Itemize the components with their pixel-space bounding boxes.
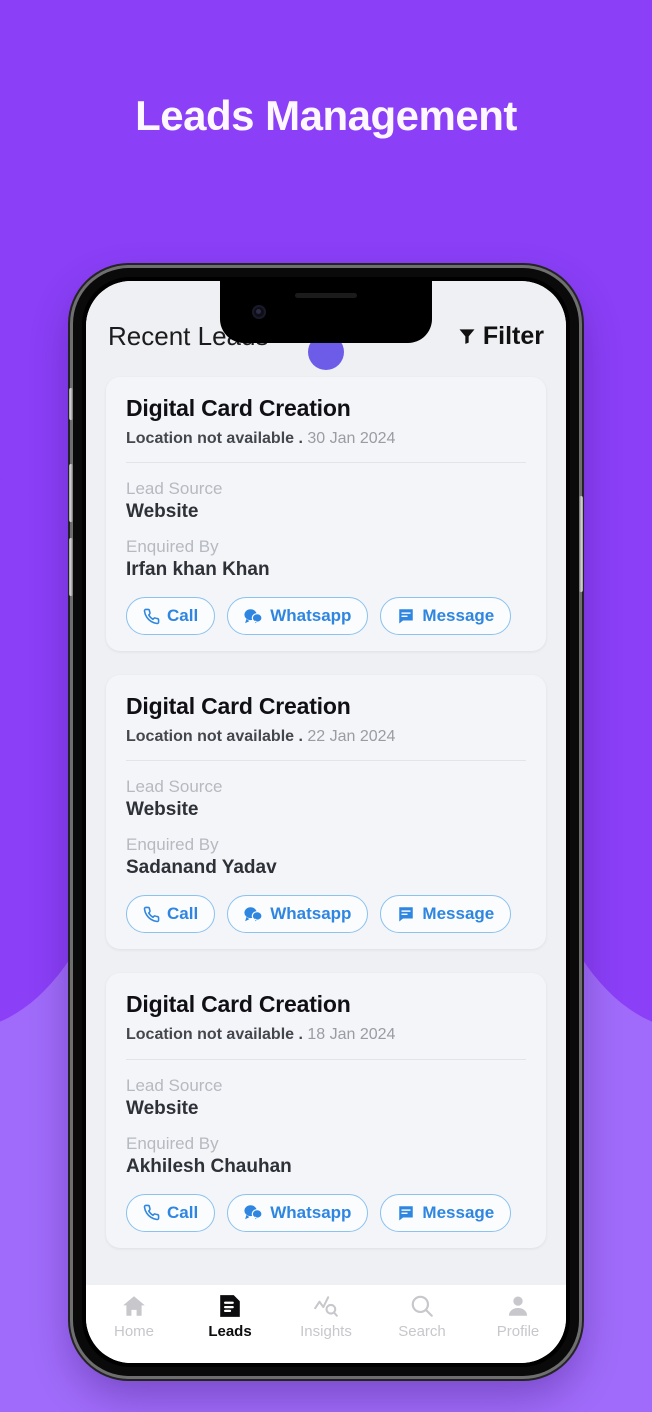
document-icon	[217, 1293, 243, 1319]
whatsapp-button[interactable]: Whatsapp	[227, 895, 369, 934]
lead-location: Location not available .	[126, 1026, 303, 1044]
whatsapp-button[interactable]: Whatsapp	[227, 597, 369, 636]
volume-down-button[interactable]	[69, 538, 73, 596]
message-button[interactable]: Message	[380, 895, 512, 934]
nav-label-profile: Profile	[496, 1323, 540, 1340]
silent-switch-button[interactable]	[69, 388, 73, 420]
phone-screen: Recent Leads Filter Digital Card Creatio…	[86, 281, 566, 1363]
phone-device-frame: Recent Leads Filter Digital Card Creatio…	[69, 268, 583, 1376]
lead-location: Location not available .	[126, 430, 303, 447]
filter-label: Filter	[482, 321, 544, 350]
enquired-by-label: Enquired By	[126, 1133, 219, 1153]
home-icon	[121, 1293, 147, 1319]
phone-icon	[143, 608, 160, 625]
card-divider	[126, 462, 526, 464]
call-label: Call	[167, 904, 199, 924]
call-button[interactable]: Call	[126, 895, 216, 934]
enquired-by-value: Akhilesh Chauhan	[126, 1155, 292, 1177]
earpiece-speaker-icon	[295, 293, 357, 298]
lead-source-label: Lead Source	[126, 479, 223, 499]
lead-source-value: Website	[126, 501, 199, 523]
filter-button[interactable]: Filter	[457, 304, 544, 351]
whatsapp-icon	[244, 608, 263, 625]
nav-label-leads: Leads	[208, 1323, 252, 1340]
nav-item-profile[interactable]: Profile	[470, 1293, 566, 1340]
nav-label-search: Search	[398, 1323, 446, 1340]
enquired-by-label: Enquired By	[126, 835, 219, 855]
leads-list[interactable]: Digital Card Creation Location not avail…	[86, 373, 566, 1285]
page-title: Leads Management	[135, 92, 517, 139]
message-button[interactable]: Message	[380, 1193, 512, 1232]
lead-source-label: Lead Source	[126, 1075, 223, 1095]
lead-source-value: Website	[126, 1097, 199, 1119]
person-icon	[505, 1293, 531, 1319]
message-button[interactable]: Message	[380, 597, 512, 636]
lead-date: 18 Jan 2024	[307, 1026, 396, 1044]
enquired-by-value: Sadanand Yadav	[126, 857, 277, 879]
phone-bezel: Recent Leads Filter Digital Card Creatio…	[82, 277, 570, 1367]
lead-source-value: Website	[126, 799, 199, 821]
search-icon	[409, 1293, 435, 1319]
nav-item-home[interactable]: Home	[86, 1293, 182, 1340]
enquired-by-value: Irfan khan Khan	[126, 559, 270, 581]
lead-meta: Location not available . 22 Jan 2024	[126, 727, 526, 746]
lead-meta: Location not available . 30 Jan 2024	[126, 429, 526, 448]
nav-item-search[interactable]: Search	[374, 1293, 470, 1340]
card-divider	[126, 1058, 526, 1060]
lead-card[interactable]: Digital Card Creation Location not avail…	[106, 675, 546, 950]
message-icon	[397, 1204, 415, 1222]
front-camera-icon	[252, 305, 266, 319]
whatsapp-label: Whatsapp	[270, 1202, 352, 1222]
lead-title: Digital Card Creation	[126, 991, 351, 1018]
phone-icon	[143, 906, 160, 923]
bottom-navigation-bar: Home Leads Insights Search Profile	[86, 1285, 566, 1363]
lead-actions: Call Whatsapp Message	[126, 895, 526, 934]
power-button[interactable]	[579, 496, 583, 592]
nav-label-home: Home	[113, 1323, 154, 1340]
lead-card[interactable]: Digital Card Creation Location not avail…	[106, 377, 546, 652]
message-icon	[397, 607, 415, 625]
lead-date: 22 Jan 2024	[307, 728, 396, 746]
volume-up-button[interactable]	[69, 464, 73, 522]
lead-card[interactable]: Digital Card Creation Location not avail…	[106, 973, 546, 1248]
whatsapp-button[interactable]: Whatsapp	[227, 1193, 369, 1232]
whatsapp-icon	[244, 906, 263, 923]
lead-actions: Call Whatsapp Message	[126, 597, 526, 636]
nav-item-leads[interactable]: Leads	[182, 1293, 278, 1340]
lead-meta: Location not available . 18 Jan 2024	[126, 1025, 526, 1044]
lead-date: 30 Jan 2024	[307, 430, 396, 447]
card-divider	[126, 760, 526, 762]
call-button[interactable]: Call	[126, 1193, 216, 1232]
lead-actions: Call Whatsapp Message	[126, 1193, 526, 1232]
whatsapp-label: Whatsapp	[270, 606, 352, 626]
lead-title: Digital Card Creation	[126, 693, 351, 720]
lead-source-label: Lead Source	[126, 777, 223, 797]
message-icon	[397, 905, 415, 923]
funnel-icon	[457, 326, 477, 346]
whatsapp-label: Whatsapp	[270, 904, 352, 924]
phone-notch	[220, 281, 432, 343]
call-label: Call	[167, 606, 199, 626]
chart-search-icon	[313, 1293, 339, 1319]
message-label: Message	[422, 1202, 495, 1222]
message-label: Message	[422, 904, 495, 924]
nav-label-insights: Insights	[300, 1323, 352, 1340]
lead-location: Location not available .	[126, 728, 303, 746]
nav-item-insights[interactable]: Insights	[278, 1293, 374, 1340]
whatsapp-icon	[244, 1204, 263, 1222]
lead-title: Digital Card Creation	[126, 395, 351, 421]
call-label: Call	[167, 1202, 199, 1222]
message-label: Message	[422, 606, 495, 626]
call-button[interactable]: Call	[126, 597, 216, 636]
enquired-by-label: Enquired By	[126, 537, 219, 557]
phone-icon	[143, 1204, 160, 1221]
